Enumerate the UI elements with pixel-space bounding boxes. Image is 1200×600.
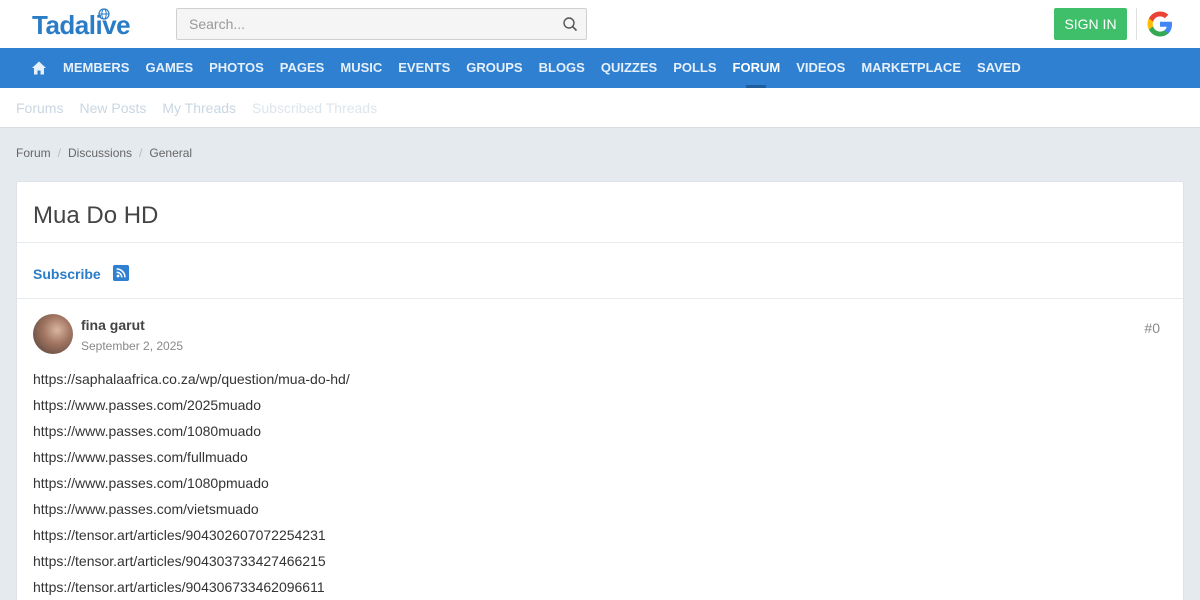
search-icon[interactable] [562, 16, 578, 32]
site-logo[interactable]: Tadalive [32, 8, 131, 40]
post-link[interactable]: https://www.passes.com/1080muado [33, 422, 350, 448]
subscribe-link[interactable]: Subscribe [33, 266, 101, 282]
nav-item-videos[interactable]: VIDEOS [788, 48, 853, 88]
breadcrumb: Forum / Discussions / General [16, 146, 192, 160]
nav-item-photos[interactable]: PHOTOS [201, 48, 272, 88]
nav-item-saved[interactable]: SAVED [969, 48, 1029, 88]
nav-item-pages[interactable]: PAGES [272, 48, 333, 88]
breadcrumb-separator: / [57, 146, 62, 160]
post-link[interactable]: https://www.passes.com/2025muado [33, 396, 350, 422]
subnav-item-subscribed-threads[interactable]: Subscribed Threads [252, 88, 377, 127]
search-input[interactable] [177, 9, 557, 39]
subnav-item-forums[interactable]: Forums [16, 88, 63, 127]
nav-item-events[interactable]: EVENTS [390, 48, 458, 88]
subnav-item-my-threads[interactable]: My Threads [162, 88, 236, 127]
thread-title: Mua Do HD [33, 202, 159, 229]
nav-item-quizzes[interactable]: QUIZZES [593, 48, 665, 88]
nav-item-marketplace[interactable]: MARKETPLACE [853, 48, 969, 88]
nav-item-music[interactable]: MUSIC [332, 48, 390, 88]
nav-item-groups[interactable]: GROUPS [458, 48, 530, 88]
google-icon[interactable] [1143, 7, 1177, 41]
rss-icon[interactable] [113, 265, 129, 281]
post-date: September 2, 2025 [81, 339, 184, 353]
home-icon[interactable] [31, 60, 47, 76]
breadcrumb-separator: / [139, 146, 143, 160]
divider [17, 298, 1183, 299]
post-author[interactable]: fina garut [81, 317, 145, 333]
post-link[interactable]: https://tensor.art/articles/904306733462… [33, 578, 350, 600]
subnav-item-new-posts[interactable]: New Posts [79, 88, 146, 127]
avatar[interactable] [33, 314, 73, 354]
nav-item-polls[interactable]: POLLS [665, 48, 724, 88]
nav-items: MEMBERS GAMES PHOTOS PAGES MUSIC EVENTS GROUPS… [55, 48, 1029, 88]
globe-icon [98, 8, 110, 20]
breadcrumb-item[interactable]: Forum [16, 146, 51, 160]
top-header: Tadalive SIGN IN [0, 0, 1200, 48]
main-nav: MEMBERS GAMES PHOTOS PAGES MUSIC EVENTS GROUPS… [0, 48, 1200, 88]
logo-text: Tadalive [32, 10, 131, 40]
post-link[interactable]: https://tensor.art/articles/904302607072… [33, 526, 350, 552]
post-link[interactable]: https://www.passes.com/vietsmuado [33, 500, 350, 526]
nav-item-games[interactable]: GAMES [137, 48, 201, 88]
post-link[interactable]: https://www.passes.com/fullmuado [33, 448, 350, 474]
post-number[interactable]: #0 [1144, 320, 1160, 336]
forum-subnav: Forums New Posts My Threads Subscribed Thre… [0, 88, 1200, 128]
search-box [176, 8, 587, 40]
post-link[interactable]: https://www.passes.com/1080pmuado [33, 474, 350, 500]
nav-item-members[interactable]: MEMBERS [55, 48, 137, 88]
breadcrumb-item[interactable]: Discussions [68, 146, 132, 160]
post-link[interactable]: https://saphalaafrica.co.za/wp/question/… [33, 370, 350, 396]
nav-item-forum[interactable]: FORUM [725, 48, 789, 88]
thread-card: Mua Do HD Subscribe fina garut September… [16, 181, 1184, 600]
post-body: https://saphalaafrica.co.za/wp/question/… [33, 370, 350, 600]
header-divider [1136, 8, 1137, 40]
nav-item-blogs[interactable]: BLOGS [531, 48, 593, 88]
sign-in-button[interactable]: SIGN IN [1054, 8, 1127, 40]
post-link[interactable]: https://tensor.art/articles/904303733427… [33, 552, 350, 578]
breadcrumb-item[interactable]: General [149, 146, 192, 160]
divider [17, 242, 1183, 243]
